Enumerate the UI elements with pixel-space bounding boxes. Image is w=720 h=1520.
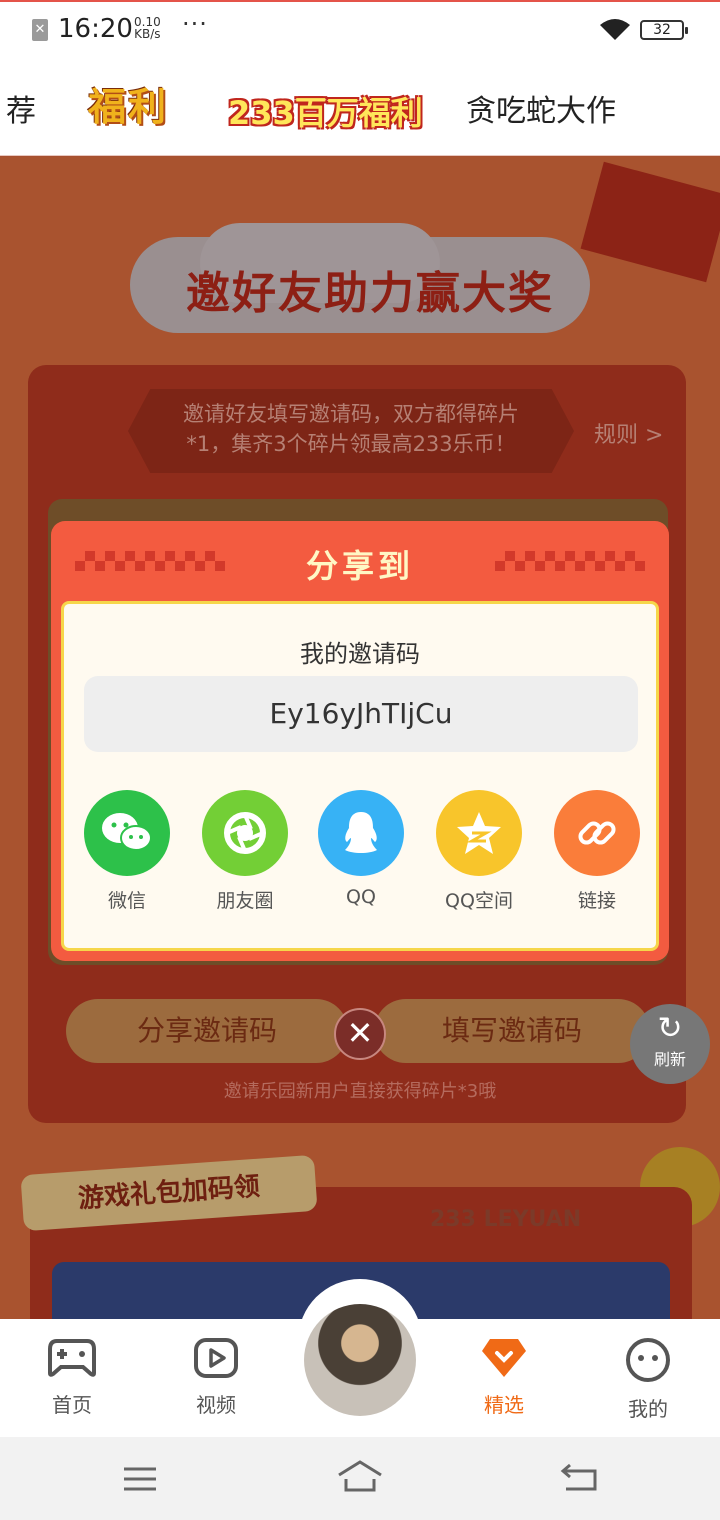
share-moments[interactable]: 朋友圈 <box>202 790 288 913</box>
tab-snake-game[interactable]: 贪吃蛇大作 <box>466 86 616 130</box>
nav-featured-label: 精选 <box>484 1393 524 1417</box>
activity-title: 邀好友助力赢大奖 <box>186 268 554 319</box>
gamepad-icon <box>48 1339 96 1377</box>
wechat-icon <box>84 790 170 876</box>
nav-home[interactable]: 首页 <box>27 1337 117 1418</box>
share-dialog-body: 我的邀请码 Ey16yJhTIjCu 微信 朋友圈 QQ QQ空间 链接 <box>61 601 659 951</box>
share-dialog-title: 分享到 <box>305 547 414 585</box>
refresh-button[interactable]: ↻ 刷新 <box>630 1004 710 1084</box>
play-icon <box>194 1338 238 1378</box>
notice-line-2: *1，集齐3个碎片领最高233乐币！ <box>186 432 516 456</box>
link-icon <box>554 790 640 876</box>
invite-code-field[interactable]: Ey16yJhTIjCu <box>84 676 638 752</box>
share-qzone-label: QQ空间 <box>445 890 513 912</box>
invite-notice: 邀请好友填写邀请码，双方都得碎片 *1，集齐3个碎片领最高233乐币！ <box>128 389 574 473</box>
status-time: 16:20 <box>58 14 133 44</box>
moments-icon <box>202 790 288 876</box>
share-qzone[interactable]: QQ空间 <box>436 790 522 913</box>
qq-icon <box>318 790 404 876</box>
home-icon[interactable] <box>336 1459 384 1493</box>
share-qq-label: QQ <box>346 886 376 908</box>
network-speed-unit: KB/s <box>134 27 161 41</box>
share-wechat[interactable]: 微信 <box>84 790 170 913</box>
share-wechat-label: 微信 <box>107 890 146 912</box>
tab-233-million-welfare[interactable]: 233百万福利 <box>228 88 423 134</box>
share-link-label: 链接 <box>577 890 616 912</box>
fill-code-button[interactable]: 填写邀请码 <box>374 999 650 1063</box>
featured-icon <box>482 1339 526 1377</box>
rules-link[interactable]: 规则 > <box>594 417 663 449</box>
tab-welfare[interactable]: 福利 <box>88 76 168 131</box>
smiley-icon <box>626 1338 670 1382</box>
brand-text: 233 LEYUAN <box>430 1207 582 1232</box>
back-icon[interactable] <box>560 1461 598 1493</box>
nav-featured[interactable]: 精选 <box>459 1337 549 1418</box>
tab-recommend[interactable]: 荐 <box>6 86 36 130</box>
share-dialog: 分享到 我的邀请码 Ey16yJhTIjCu 微信 朋友圈 QQ QQ空间 链接 <box>51 521 669 961</box>
share-qq[interactable]: QQ <box>318 790 404 908</box>
notice-line-1: 邀请好友填写邀请码，双方都得碎片 <box>183 402 519 426</box>
share-moments-label: 朋友圈 <box>216 890 274 912</box>
nav-mine[interactable]: 我的 <box>603 1337 693 1422</box>
invite-code-label: 我的邀请码 <box>300 640 420 668</box>
nav-home-label: 首页 <box>52 1393 92 1417</box>
refresh-label: 刷新 <box>653 1050 686 1069</box>
share-link[interactable]: 链接 <box>554 790 640 913</box>
status-bar: ✕ 16:20 0.10 KB/s ··· 32 <box>0 0 720 58</box>
network-speed: 0.10 KB/s <box>134 16 161 40</box>
nav-video-label: 视频 <box>196 1393 236 1417</box>
battery-icon: 32 <box>640 20 688 40</box>
menu-icon[interactable] <box>122 1465 158 1493</box>
close-dialog-button[interactable]: ✕ <box>334 1008 386 1060</box>
avatar[interactable] <box>304 1304 416 1416</box>
wifi-icon <box>600 19 630 40</box>
system-nav-bar <box>0 1437 720 1520</box>
more-notifications-icon: ··· <box>182 10 208 38</box>
nav-mine-label: 我的 <box>628 1397 668 1421</box>
refresh-icon: ↻ <box>657 1011 683 1046</box>
invite-hint: 邀请乐园新用户直接获得碎片*3哦 <box>223 1081 497 1102</box>
decoration-red-box <box>580 161 720 283</box>
nav-video[interactable]: 视频 <box>171 1337 261 1418</box>
qzone-icon <box>436 790 522 876</box>
share-code-button[interactable]: 分享邀请码 <box>66 999 348 1063</box>
close-icon: ✕ <box>346 1014 374 1052</box>
sim-card-icon: ✕ <box>32 19 48 41</box>
battery-level: 32 <box>653 22 671 38</box>
top-tab-bar: 荐 福利 233百万福利 贪吃蛇大作 <box>0 58 720 156</box>
